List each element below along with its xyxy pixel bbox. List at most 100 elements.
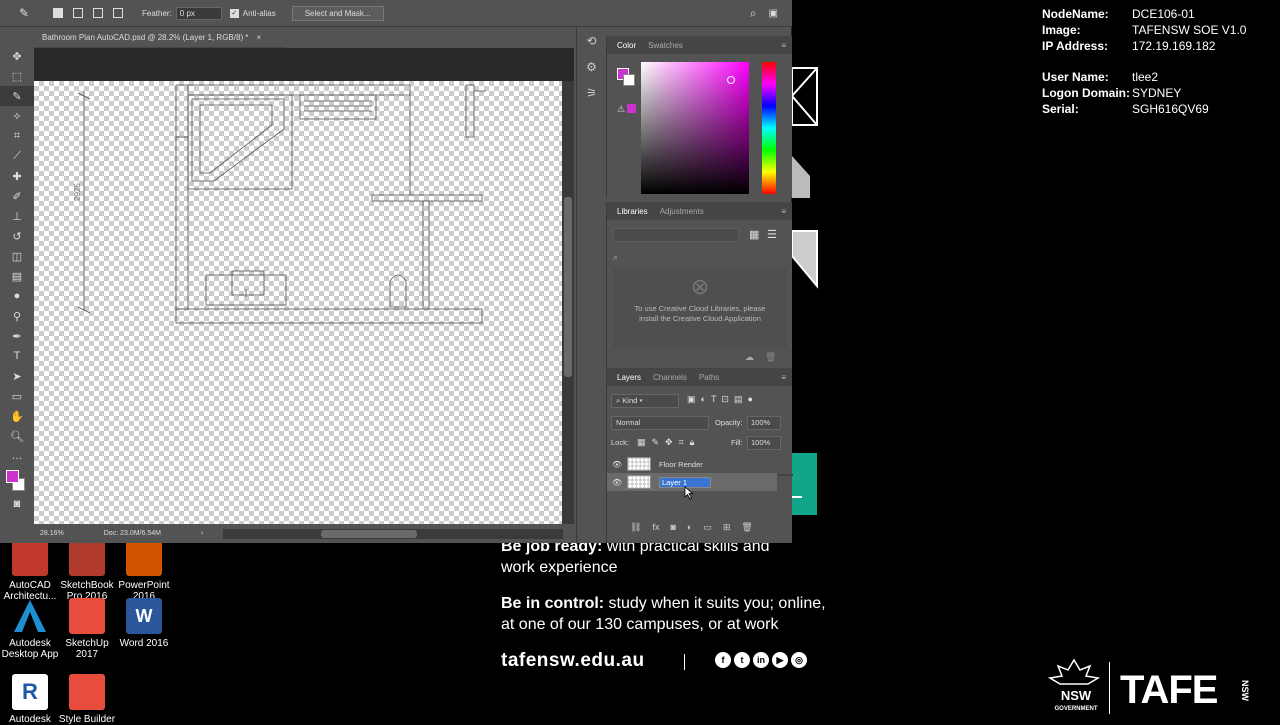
search-icon[interactable]: ⌕ <box>750 6 757 21</box>
tab-color[interactable]: Color <box>611 41 642 50</box>
lock-icons[interactable]: ▦✎✥⌗🔒︎ <box>637 437 700 448</box>
icon-label: PowerPoint <box>118 580 170 591</box>
layer-name[interactable]: Floor Render <box>659 460 703 469</box>
crop-tool-icon[interactable]: ⌗ <box>0 126 34 146</box>
tab-channels[interactable]: Channels <box>647 373 693 382</box>
lasso-tool-icon[interactable]: ✎ <box>0 86 34 106</box>
horizontal-scroll-thumb[interactable] <box>321 529 418 538</box>
desktop-icon-style-builder[interactable]: Style Builder <box>57 674 117 725</box>
color-swatches[interactable] <box>0 466 34 494</box>
shape-tool-icon[interactable]: ▭ <box>0 386 34 406</box>
foreground-color-swatch[interactable] <box>6 470 19 483</box>
layers-footer: ⛓︎ fx ◙ ◐ ▭ ⊞ 🗑︎ <box>630 522 753 533</box>
desktop-icon-autodesk-recap[interactable]: R Autodesk <box>0 674 60 725</box>
tab-adjustments[interactable]: Adjustments <box>654 207 710 216</box>
brush-tool-icon[interactable]: ✐ <box>0 186 34 206</box>
antialias-checkbox[interactable]: ✓ <box>229 8 239 18</box>
waratah-logo-icon <box>1047 658 1101 685</box>
library-dropdown[interactable] <box>613 228 739 242</box>
filter-icons[interactable]: ▣◐T⊡▤● <box>687 394 758 405</box>
library-search-icon[interactable]: ⌕ <box>613 252 618 263</box>
status-arrow-icon[interactable]: › <box>201 530 203 537</box>
properties-icon[interactable]: ⚞ <box>577 80 606 106</box>
serial-label: Serial: <box>1042 102 1079 116</box>
zoom-level[interactable]: 28.16% <box>40 530 64 537</box>
subtract-selection-icon[interactable] <box>93 8 103 18</box>
add-selection-icon[interactable] <box>73 8 83 18</box>
layer-row[interactable]: 👁︎ Floor Render <box>607 455 779 473</box>
desktop-icon-powerpoint[interactable]: PowerPoint 2016 <box>114 540 174 602</box>
healing-tool-icon[interactable]: ✚ <box>0 166 34 186</box>
type-tool-icon[interactable]: T <box>0 346 34 366</box>
layer-filter-kind[interactable]: ⌕ Kind ▾ <box>611 394 679 408</box>
adjust-icon[interactable]: ⚙ <box>577 54 606 80</box>
tab-paths[interactable]: Paths <box>693 373 725 382</box>
desktop-icon-sketchup[interactable]: SketchUp 2017 <box>57 598 117 660</box>
delete-layer-icon[interactable]: 🗑︎ <box>741 522 752 533</box>
intersect-selection-icon[interactable] <box>113 8 123 18</box>
icon-label: SketchBook <box>60 580 114 591</box>
fill-input[interactable]: 100% <box>747 436 781 450</box>
history-brush-icon[interactable]: ↺ <box>0 226 34 246</box>
vertical-scrollbar[interactable] <box>562 81 574 524</box>
dodge-tool-icon[interactable]: ⚲ <box>0 306 34 326</box>
panel-menu-icon[interactable]: ≡ <box>775 41 792 50</box>
gradient-tool-icon[interactable]: ▤ <box>0 266 34 286</box>
select-and-mask-button[interactable]: Select and Mask... <box>291 5 384 21</box>
document-canvas[interactable]: 2925 <box>34 81 562 543</box>
hue-slider[interactable] <box>762 62 776 194</box>
visibility-eye-icon[interactable]: 👁︎ <box>607 478 627 487</box>
hand-tool-icon[interactable]: ✋ <box>0 406 34 426</box>
color-field[interactable] <box>641 62 749 194</box>
canvas-area[interactable]: 2925 <box>34 48 574 543</box>
link-layers-icon[interactable]: ⛓︎ <box>630 522 641 533</box>
tools-panel: ✥ ⬚ ✎ ✧ ⌗ ⟋ ✚ ✐ ⊥ ↺ ◫ ▤ ● ⚲ ✒ T ➤ ▭ ✋ 🔍︎… <box>0 46 34 543</box>
lasso-tool-icon[interactable]: ✎ <box>0 6 48 20</box>
delete-library-icon[interactable]: 🗑︎ <box>765 352 776 363</box>
quick-mask-icon[interactable]: ◙ <box>0 494 34 514</box>
eyedropper-tool-icon[interactable]: ⟋ <box>0 146 34 166</box>
grid-view-icon[interactable]: ▦ <box>749 228 759 241</box>
blur-tool-icon[interactable]: ● <box>0 286 34 306</box>
eraser-tool-icon[interactable]: ◫ <box>0 246 34 266</box>
panel-menu-icon[interactable]: ≡ <box>775 207 792 216</box>
adjustment-layer-icon[interactable]: ◐ <box>687 522 692 533</box>
vertical-scroll-thumb[interactable] <box>564 197 572 377</box>
horizontal-scrollbar[interactable] <box>223 528 564 539</box>
stamp-tool-icon[interactable]: ⊥ <box>0 206 34 226</box>
marquee-tool-icon[interactable]: ⬚ <box>0 66 34 86</box>
zoom-tool-icon[interactable]: 🔍︎ <box>0 426 34 446</box>
quick-select-tool-icon[interactable]: ✧ <box>0 106 34 126</box>
blend-mode-select[interactable]: Normal <box>611 416 709 430</box>
cloud-sync-icon[interactable]: ☁ <box>745 352 754 363</box>
list-view-icon[interactable]: ☰ <box>767 228 777 241</box>
workspace-icon[interactable]: ▣ <box>769 8 778 19</box>
layer-mask-icon[interactable]: ◙ <box>670 522 675 533</box>
desktop-icon-sketchbook[interactable]: SketchBook Pro 2016 <box>57 540 117 602</box>
pen-tool-icon[interactable]: ✒ <box>0 326 34 346</box>
desktop-icon-autocad[interactable]: AutoCAD Architectu... <box>0 540 60 602</box>
layer-style-icon[interactable]: fx <box>652 522 659 533</box>
tab-swatches[interactable]: Swatches <box>642 41 689 50</box>
tab-libraries[interactable]: Libraries <box>611 207 654 216</box>
more-tools-icon[interactable]: … <box>0 446 34 466</box>
new-group-icon[interactable]: ▭ <box>703 522 712 533</box>
feather-input[interactable]: 0 px <box>175 6 222 20</box>
panel-menu-icon[interactable]: ≡ <box>775 373 792 382</box>
move-tool-icon[interactable]: ✥ <box>0 46 34 66</box>
new-selection-icon[interactable] <box>53 8 63 18</box>
desktop-icon-autodesk-desktop[interactable]: Autodesk Desktop App <box>0 598 60 660</box>
background-color-chip[interactable] <box>623 74 635 86</box>
desktop-icon-word[interactable]: W Word 2016 <box>114 598 174 649</box>
document-tab[interactable]: Bathroom Plan AutoCAD.psd @ 28.2% (Layer… <box>34 28 286 48</box>
visibility-eye-icon[interactable]: 👁︎ <box>607 460 627 469</box>
close-tab-icon[interactable]: × <box>256 33 261 42</box>
new-layer-icon[interactable]: ⊞ <box>723 522 731 533</box>
path-select-tool-icon[interactable]: ➤ <box>0 366 34 386</box>
autocad-icon <box>12 540 48 576</box>
tab-layers[interactable]: Layers <box>611 373 647 382</box>
opacity-input[interactable]: 100% <box>747 416 781 430</box>
color-picker-cursor[interactable] <box>727 76 735 84</box>
gamut-swatch[interactable] <box>627 104 636 113</box>
history-icon[interactable]: ⟲ <box>577 28 606 54</box>
